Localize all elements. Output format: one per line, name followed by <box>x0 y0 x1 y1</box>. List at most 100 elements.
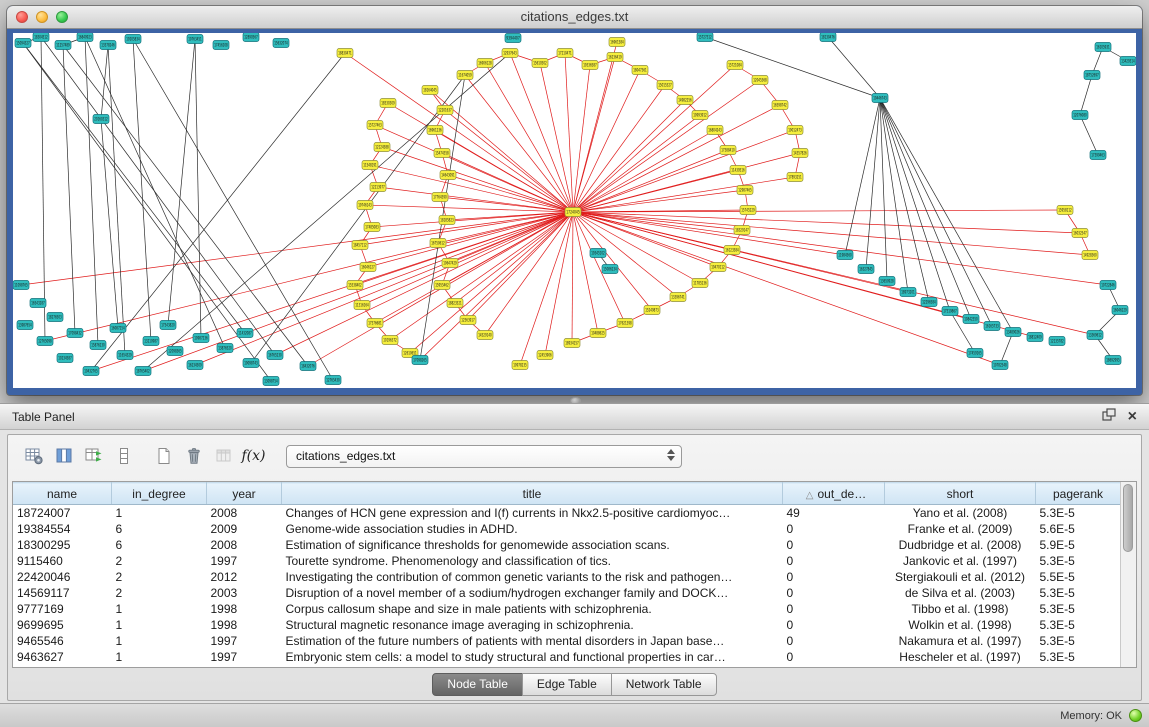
graph-node[interactable]: 13489026 <box>1005 328 1021 337</box>
graph-node[interactable]: 11984560 <box>837 251 853 260</box>
table-cell[interactable]: 5.3E-5 <box>1036 585 1121 601</box>
graph-node[interactable]: 16961236 <box>427 126 443 135</box>
table-cell[interactable]: Genome-wide association studies in ADHD. <box>282 521 783 537</box>
table-cell[interactable]: 1997 <box>207 633 282 649</box>
graph-node[interactable]: 13369612 <box>1087 331 1103 340</box>
graph-node[interactable]: 11674059 <box>457 71 473 80</box>
graph-node[interactable]: 15086234 <box>602 265 618 274</box>
graph-node[interactable]: 13098754 <box>263 377 279 386</box>
table-cell[interactable]: 2008 <box>207 537 282 553</box>
new-table-icon[interactable] <box>150 443 177 470</box>
import-table-icon[interactable] <box>210 443 237 470</box>
graph-node[interactable]: 16327845 <box>858 265 874 274</box>
graph-node[interactable]: 17519867 <box>942 307 958 316</box>
table-cell[interactable]: Tourette syndrome. Phenomenology and cla… <box>282 553 783 569</box>
graph-node[interactable]: 10993912 <box>692 111 708 120</box>
graph-node[interactable]: 13578246 <box>100 41 116 50</box>
table-cell[interactable]: de Silva et al. (2003) <box>885 585 1036 601</box>
column-header-short[interactable]: short <box>885 483 1036 505</box>
graph-node[interactable]: 13210987 <box>143 337 159 346</box>
graph-node[interactable]: 12045368 <box>752 76 768 85</box>
table-cell[interactable]: 49 <box>783 505 885 522</box>
graph-node[interactable]: 12987465 <box>737 186 753 195</box>
graph-node[interactable]: 18185823 <box>439 216 455 225</box>
graph-node[interactable]: 13987654 <box>17 321 33 330</box>
table-cell[interactable]: 19384554 <box>13 521 112 537</box>
table-cell[interactable]: Stergiakouli et al. (2012) <box>885 569 1036 585</box>
table-cell[interactable]: Estimation of the future numbers of pati… <box>282 633 783 649</box>
graph-node[interactable]: 12453906 <box>537 351 553 360</box>
graph-node[interactable]: 10782548 <box>992 361 1008 370</box>
graph-node[interactable]: 1724045 <box>565 208 581 217</box>
table-cell[interactable]: 0 <box>783 569 885 585</box>
graph-node[interactable]: 11432087 <box>237 329 253 338</box>
table-cell[interactable]: 5.3E-5 <box>1036 553 1121 569</box>
table-row[interactable]: 946554611997Estimation of the future num… <box>13 633 1121 649</box>
table-cell[interactable]: 5.3E-5 <box>1036 649 1121 665</box>
graph-node[interactable]: 18830471 <box>337 49 353 58</box>
graph-node[interactable]: 19336587 <box>582 61 598 70</box>
graph-node[interactable]: 17485083 <box>364 223 380 232</box>
table-cell[interactable]: Estimation of significance thresholds fo… <box>282 537 783 553</box>
table-cell[interactable]: 6 <box>112 521 207 537</box>
row-height-icon[interactable] <box>110 443 137 470</box>
graph-node[interactable]: 15955462 <box>434 281 450 290</box>
table-row[interactable]: 1830029562008Estimation of significance … <box>13 537 1121 553</box>
graph-node[interactable]: 16906128 <box>477 59 493 68</box>
graph-node[interactable]: 16961584 <box>609 38 625 47</box>
table-cell[interactable]: 0 <box>783 601 885 617</box>
graph-node[interactable]: 9394407 <box>505 34 521 43</box>
graph-node[interactable]: 17543820 <box>160 321 176 330</box>
table-cell[interactable]: Dudbridge et al. (2008) <box>885 537 1036 553</box>
graph-node[interactable]: 18329147 <box>734 226 750 235</box>
graph-node[interactable]: 17588410 <box>720 146 736 155</box>
table-cell[interactable]: 0 <box>783 521 885 537</box>
graph-node[interactable]: 18823521 <box>447 299 463 308</box>
graph-node[interactable]: 17459165 <box>967 349 983 358</box>
graph-node[interactable]: 16236419 <box>607 53 623 62</box>
table-cell[interactable]: 5.3E-5 <box>1036 617 1121 633</box>
table-cell[interactable]: 9465546 <box>13 633 112 649</box>
table-cell[interactable]: 1 <box>112 617 207 633</box>
graph-node[interactable]: 10763451 <box>187 35 203 44</box>
table-row[interactable]: 969969511998Structural magnetic resonanc… <box>13 617 1121 633</box>
function-builder-icon[interactable]: f(x) <box>240 443 267 470</box>
graph-node[interactable]: 16046127 <box>360 263 376 272</box>
table-cell[interactable]: 2 <box>112 569 207 585</box>
table-cell[interactable]: 1 <box>112 633 207 649</box>
graph-node[interactable]: 15727312 <box>697 33 713 42</box>
delete-table-icon[interactable] <box>180 443 207 470</box>
graph-node[interactable]: 12296584 <box>921 298 937 307</box>
table-cell[interactable]: Investigating the contribution of common… <box>282 569 783 585</box>
graph-node[interactable]: 11654329 <box>117 351 133 360</box>
graph-node[interactable]: 16165733 <box>984 322 1000 331</box>
table-cell[interactable]: Embryonic stem cells: a model to study s… <box>282 649 783 665</box>
graph-node[interactable]: 17098265 <box>412 356 428 365</box>
graph-node[interactable]: 11439516 <box>730 166 746 175</box>
table-cell[interactable]: 5.3E-5 <box>1036 505 1121 522</box>
graph-node[interactable]: 16543287 <box>30 299 46 308</box>
graph-node[interactable]: 19098743 <box>243 359 259 368</box>
graph-node[interactable]: 15094327 <box>15 39 31 48</box>
graph-node[interactable]: 13876520 <box>217 344 233 353</box>
table-cell[interactable]: 14569117 <box>13 585 112 601</box>
table-cell[interactable]: Yano et al. (2008) <box>885 505 1036 522</box>
graph-node[interactable]: 16598742 <box>772 101 788 110</box>
table-cell[interactable]: 1998 <box>207 601 282 617</box>
graph-node[interactable]: 12124588 <box>374 143 390 152</box>
table-select-dropdown[interactable]: citations_edges.txt <box>286 445 682 468</box>
graph-node[interactable]: 15745229 <box>740 206 756 215</box>
graph-node[interactable]: 14982256 <box>677 96 693 105</box>
table-cell[interactable]: Corpus callosum shape and size in male p… <box>282 601 783 617</box>
graph-node[interactable]: 12201637 <box>437 106 453 115</box>
graph-node[interactable]: 16087254 <box>110 324 126 333</box>
table-cell[interactable]: 1998 <box>207 617 282 633</box>
table-row[interactable]: 1938455462009Genome-wide association stu… <box>13 521 1121 537</box>
table-cell[interactable]: 9699695 <box>13 617 112 633</box>
table-cell[interactable]: 5.9E-5 <box>1036 537 1121 553</box>
graph-node[interactable]: 10722846 <box>1100 281 1116 290</box>
column-header-title[interactable]: title <box>282 483 783 505</box>
graph-node[interactable]: 17764390 <box>432 193 448 202</box>
graph-node[interactable]: 10978235 <box>512 361 528 370</box>
column-header-in_degree[interactable]: in_degree <box>112 483 207 505</box>
